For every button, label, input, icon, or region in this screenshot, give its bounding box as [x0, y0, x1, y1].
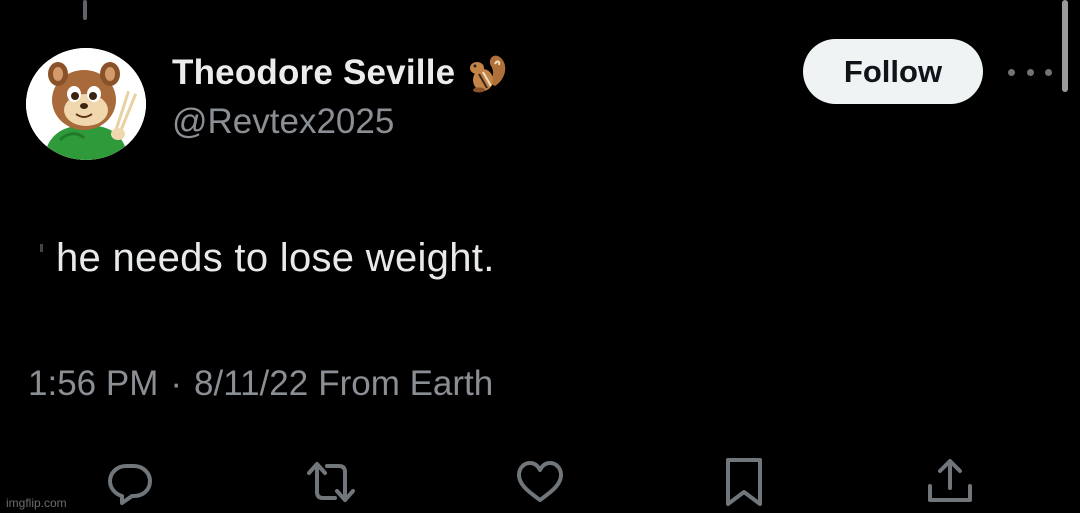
- more-options-icon[interactable]: [1008, 62, 1052, 82]
- reply-button[interactable]: [104, 456, 156, 508]
- watermark: imgflip.com: [6, 496, 67, 510]
- thread-connector-line: [83, 0, 87, 20]
- share-button[interactable]: [924, 456, 976, 508]
- retweet-button[interactable]: [305, 456, 357, 508]
- follow-button[interactable]: Follow: [803, 39, 983, 104]
- tweet-metadata: 1:56 PM · 8/11/22 From Earth: [28, 364, 493, 404]
- scrollbar[interactable]: [1062, 0, 1068, 92]
- avatar[interactable]: [26, 48, 146, 160]
- reply-icon: [108, 464, 152, 505]
- tweet-text: he needs to lose weight.: [56, 236, 495, 280]
- bookmark-icon: [726, 458, 762, 506]
- chipmunk-emoji-icon: [465, 50, 511, 96]
- tweet-source: From Earth: [318, 364, 494, 403]
- display-name[interactable]: Theodore Seville: [172, 53, 455, 93]
- tweet-view: Theodore Seville @Revtex2025 Follow he n…: [0, 0, 1080, 513]
- user-handle[interactable]: @Revtex2025: [172, 102, 394, 142]
- meta-separator: ·: [170, 364, 183, 403]
- tweet-time[interactable]: 1:56 PM: [28, 364, 158, 404]
- retweet-icon: [307, 462, 355, 502]
- like-icon: [517, 461, 563, 502]
- author-name-row[interactable]: Theodore Seville: [172, 50, 511, 96]
- chipmunk-avatar-icon: [26, 48, 146, 160]
- bookmark-button[interactable]: [718, 456, 770, 508]
- text-artifact-mark: [40, 244, 43, 252]
- tweet-date[interactable]: 8/11/22: [194, 364, 308, 404]
- share-icon: [928, 459, 972, 502]
- like-button[interactable]: [514, 456, 566, 508]
